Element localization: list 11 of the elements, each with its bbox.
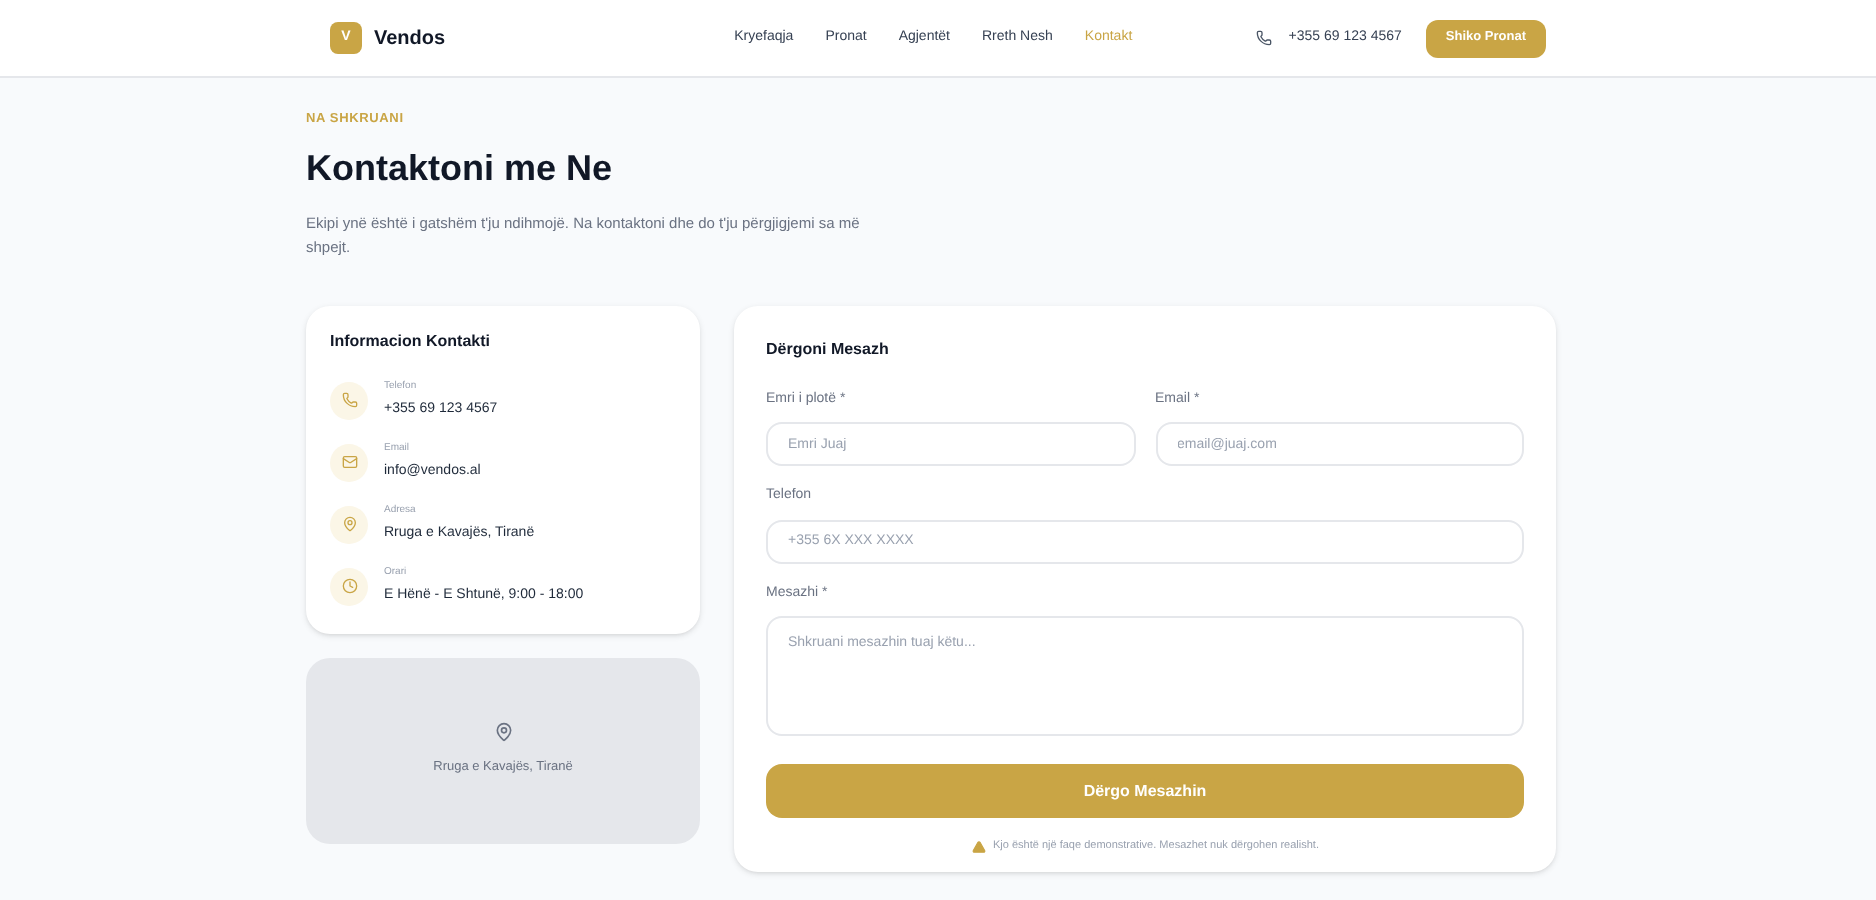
- envelope-icon: [330, 443, 368, 482]
- page-title: Kontaktoni me Ne: [306, 145, 615, 192]
- map-pin-icon: [330, 505, 368, 544]
- brand-name: Vendos: [374, 25, 446, 53]
- phone-icon: [330, 381, 368, 420]
- form-title: Dërgoni Mesazh: [766, 337, 891, 362]
- phone-icon: [1256, 30, 1273, 46]
- card-title: Informacion Kontakti: [330, 329, 493, 354]
- map-pin-icon: [493, 722, 513, 743]
- warning-icon: [971, 839, 986, 854]
- clock-icon: [330, 567, 368, 606]
